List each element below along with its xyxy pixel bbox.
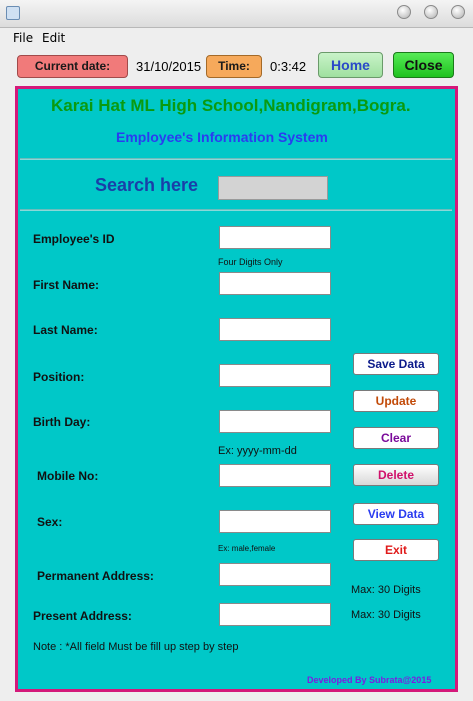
search-label: Search here	[95, 175, 199, 195]
position-input[interactable]	[219, 364, 331, 387]
first-name-input[interactable]	[219, 272, 331, 295]
mobile-input[interactable]	[219, 464, 331, 487]
view-data-button[interactable]: View Data	[353, 503, 439, 525]
sex-hint: Ex: male,female	[218, 544, 276, 553]
birth-day-input[interactable]	[219, 410, 331, 433]
mobile-label: Mobile No:	[37, 469, 99, 483]
first-name-label: First Name:	[33, 278, 100, 292]
present-address-input[interactable]	[219, 603, 331, 626]
employee-id-input[interactable]	[219, 226, 331, 249]
window-close-button[interactable]	[451, 5, 465, 19]
header-divider	[20, 158, 452, 160]
system-title: Employee's Information System	[116, 129, 328, 145]
employee-id-label: Employee's ID	[33, 232, 115, 246]
time-value: 0:3:42	[270, 59, 307, 74]
save-data-button[interactable]: Save Data	[353, 353, 439, 375]
position-label: Position:	[33, 370, 85, 384]
school-title: Karai Hat ML High School,Nandigram,Bogra…	[51, 96, 411, 115]
menu-file[interactable]: File	[13, 31, 33, 45]
permanent-address-input[interactable]	[219, 563, 331, 586]
present-address-hint: Max: 30 Digits	[351, 609, 421, 621]
current-date-value: 31/10/2015	[136, 59, 202, 74]
present-address-label: Present Address:	[33, 609, 132, 623]
employee-id-hint: Four Digits Only	[218, 257, 283, 267]
sex-label: Sex:	[37, 515, 63, 529]
delete-button[interactable]: Delete	[353, 464, 439, 486]
permanent-address-hint: Max: 30 Digits	[351, 584, 421, 596]
menu-bar: File Edit	[0, 28, 473, 48]
search-divider	[20, 209, 452, 211]
close-button[interactable]: Close	[393, 52, 454, 78]
exit-button[interactable]: Exit	[353, 539, 439, 561]
developer-credit: Developed By Subrata@2015	[307, 675, 432, 685]
current-date-label: Current date:	[17, 55, 128, 78]
home-button[interactable]: Home	[318, 52, 383, 78]
search-input[interactable]	[218, 176, 328, 200]
title-bar	[0, 0, 473, 28]
menu-edit[interactable]: Edit	[42, 31, 65, 45]
permanent-address-label: Permanent Address:	[37, 569, 154, 583]
last-name-label: Last Name:	[33, 323, 98, 337]
birth-day-hint: Ex: yyyy-mm-dd	[218, 445, 297, 457]
form-note: Note : *All field Must be fill up step b…	[33, 641, 239, 653]
minimize-button[interactable]	[397, 5, 411, 19]
time-label: Time:	[206, 55, 262, 78]
birth-day-label: Birth Day:	[33, 415, 91, 429]
clear-button[interactable]: Clear	[353, 427, 439, 449]
last-name-input[interactable]	[219, 318, 331, 341]
maximize-button[interactable]	[424, 5, 438, 19]
java-app-icon	[6, 6, 20, 20]
update-button[interactable]: Update	[353, 390, 439, 412]
sex-input[interactable]	[219, 510, 331, 533]
